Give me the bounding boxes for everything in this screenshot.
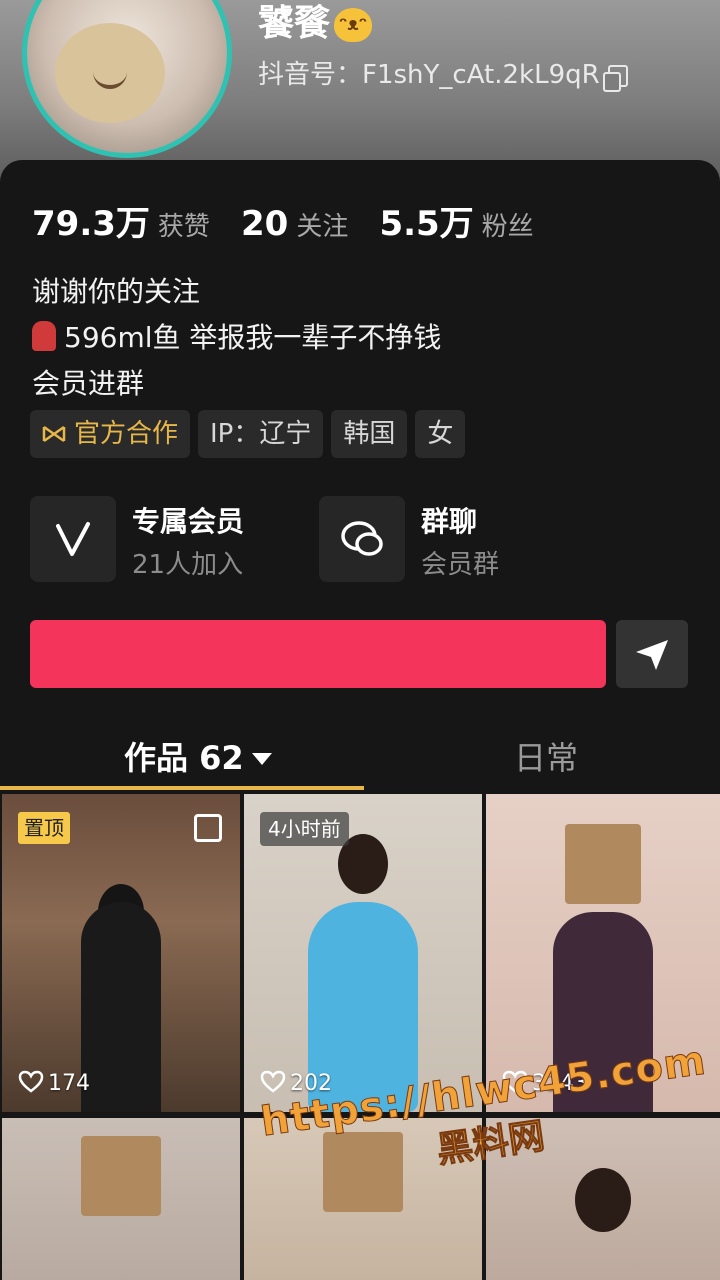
video-likes-count: 174 <box>48 1071 90 1096</box>
tag-official-partner[interactable]: 官方合作 <box>30 410 191 458</box>
pinned-badge: 置顶 <box>18 812 70 844</box>
caret-down-icon <box>251 753 272 765</box>
feature-membership[interactable]: 专属会员 21人加入 <box>30 496 300 584</box>
stat-fans-label: 粉丝 <box>481 212 534 242</box>
thumbnail-person <box>81 902 161 1112</box>
thumbnail-person-head <box>575 1168 631 1232</box>
video-likes: 174 <box>18 1070 90 1096</box>
cat-emoji-icon: ᵔᴥᵔ <box>334 8 373 42</box>
share-button[interactable] <box>616 620 688 688</box>
stat-fans[interactable]: 5.5万 粉丝 <box>379 196 533 245</box>
video-grid: 置顶 174 4小时前 202 3243 <box>0 794 720 1280</box>
chat-bubbles-icon <box>319 496 405 582</box>
stat-likes[interactable]: 79.3万 获赞 <box>32 196 210 245</box>
bio-line-2: 596ml鱼 举报我一辈子不挣钱 <box>32 316 441 356</box>
tab-daily[interactable]: 日常 <box>514 733 578 779</box>
tag-official-label: 官方合作 <box>74 419 179 449</box>
nickname: 饕餮 ᵔᴥᵔ <box>258 0 373 46</box>
scarf-emoji-icon <box>32 321 56 351</box>
bio-line-1: 谢谢你的关注 <box>32 275 201 308</box>
nickname-text: 饕餮 <box>258 3 331 44</box>
douyin-id-value: F1shY_cAt.2kL9qR <box>362 60 600 90</box>
stat-following-number: 20 <box>241 204 289 244</box>
tag-ip-location[interactable]: IP：辽宁 <box>198 410 324 458</box>
official-partner-icon <box>42 425 66 443</box>
stat-following[interactable]: 20 关注 <box>241 204 348 244</box>
tag-gender[interactable]: 女 <box>415 410 466 458</box>
content-tabs: 作品 62 日常 <box>0 725 720 790</box>
send-arrow-icon <box>636 640 668 670</box>
avatar-toy <box>55 23 165 123</box>
feature-group-chat[interactable]: 群聊 会员群 <box>319 496 569 584</box>
feature-membership-title: 专属会员 <box>132 505 245 538</box>
stat-likes-number: 79.3万 <box>32 204 150 244</box>
video-thumbnail[interactable]: 4小时前 202 <box>244 794 482 1112</box>
copy-icon[interactable] <box>602 64 628 92</box>
bio-line-2-text: 596ml鱼 举报我一辈子不挣钱 <box>64 321 442 354</box>
thumbnail-box-head <box>565 824 641 904</box>
avatar[interactable] <box>22 0 232 158</box>
time-badge: 4小时前 <box>260 812 349 846</box>
video-thumbnail[interactable] <box>2 1118 240 1280</box>
video-thumbnail[interactable]: 置顶 174 <box>2 794 240 1112</box>
thumbnail-box-head <box>81 1136 161 1216</box>
feature-group-chat-sub: 会员群 <box>421 550 500 580</box>
douyin-id: 抖音号：F1shY_cAt.2kL9qR <box>258 54 628 92</box>
stats-row: 79.3万 获赞 20 关注 5.5万 粉丝 <box>32 196 560 245</box>
active-tab-underline <box>0 786 364 790</box>
feature-membership-sub: 21人加入 <box>132 550 244 580</box>
tab-works[interactable]: 作品 62 <box>124 733 272 779</box>
heart-icon <box>260 1070 286 1093</box>
multi-image-icon <box>194 814 222 842</box>
heart-icon <box>18 1070 44 1093</box>
feature-group-chat-title: 群聊 <box>421 505 478 538</box>
douyin-id-label: 抖音号： <box>258 60 363 90</box>
stat-following-label: 关注 <box>296 212 349 242</box>
membership-v-icon <box>30 496 116 582</box>
follow-button[interactable] <box>30 620 606 688</box>
tag-country[interactable]: 韩国 <box>331 410 408 458</box>
bio-line-3: 会员进群 <box>32 367 145 400</box>
tag-row: 官方合作 IP：辽宁 韩国女 <box>30 410 473 458</box>
stat-fans-number: 5.5万 <box>379 204 474 244</box>
tab-works-label: 作品 62 <box>124 739 244 777</box>
stat-likes-label: 获赞 <box>157 212 210 242</box>
